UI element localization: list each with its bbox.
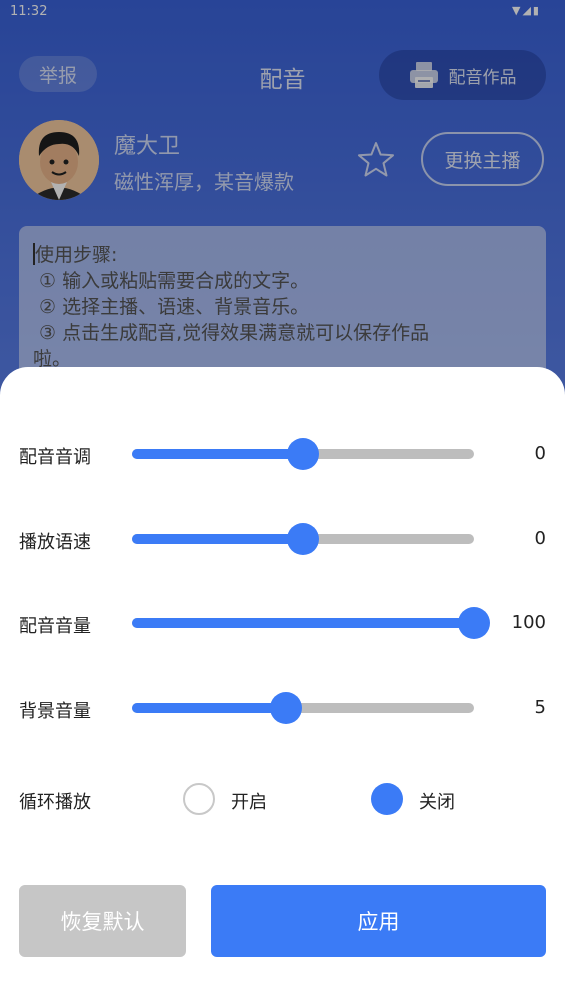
volume-slider[interactable] xyxy=(132,607,490,639)
volume-slider-fill xyxy=(132,618,474,628)
settings-sheet: 配音音调 0 播放语速 0 配音音量 100 背景音量 5 循环播放 开启 关闭… xyxy=(0,367,565,1004)
loop-row: 循环播放 开启 关闭 xyxy=(0,779,565,819)
pitch-slider-fill xyxy=(132,449,303,459)
volume-row: 配音音量 100 xyxy=(0,603,565,643)
pitch-row: 配音音调 0 xyxy=(0,434,565,474)
pitch-slider[interactable] xyxy=(132,438,474,470)
loop-label: 循环播放 xyxy=(19,792,91,813)
loop-on-label[interactable]: 开启 xyxy=(231,788,267,814)
volume-label: 配音音量 xyxy=(19,616,91,637)
loop-off-radio[interactable] xyxy=(371,783,403,815)
loop-on-radio[interactable] xyxy=(183,783,215,815)
speed-slider-thumb[interactable] xyxy=(287,523,319,555)
volume-value: 100 xyxy=(511,612,546,633)
bg-volume-slider-thumb[interactable] xyxy=(269,692,302,724)
apply-button[interactable]: 应用 xyxy=(211,885,546,957)
pitch-value: 0 xyxy=(534,443,546,464)
speed-slider[interactable] xyxy=(132,523,474,555)
pitch-slider-thumb[interactable] xyxy=(287,438,319,470)
bg-volume-value: 5 xyxy=(534,697,546,718)
volume-slider-thumb[interactable] xyxy=(458,607,490,639)
speed-value: 0 xyxy=(534,528,546,549)
bg-volume-slider-fill xyxy=(132,703,286,713)
speed-slider-fill xyxy=(132,534,303,544)
bg-volume-slider[interactable] xyxy=(132,692,474,724)
speed-row: 播放语速 0 xyxy=(0,519,565,559)
speed-label: 播放语速 xyxy=(19,532,91,553)
bg-volume-label: 背景音量 xyxy=(19,701,91,722)
loop-off-label[interactable]: 关闭 xyxy=(419,788,455,814)
pitch-label: 配音音调 xyxy=(19,447,91,468)
bg-volume-row: 背景音量 5 xyxy=(0,688,565,728)
reset-default-button[interactable]: 恢复默认 xyxy=(19,885,186,957)
